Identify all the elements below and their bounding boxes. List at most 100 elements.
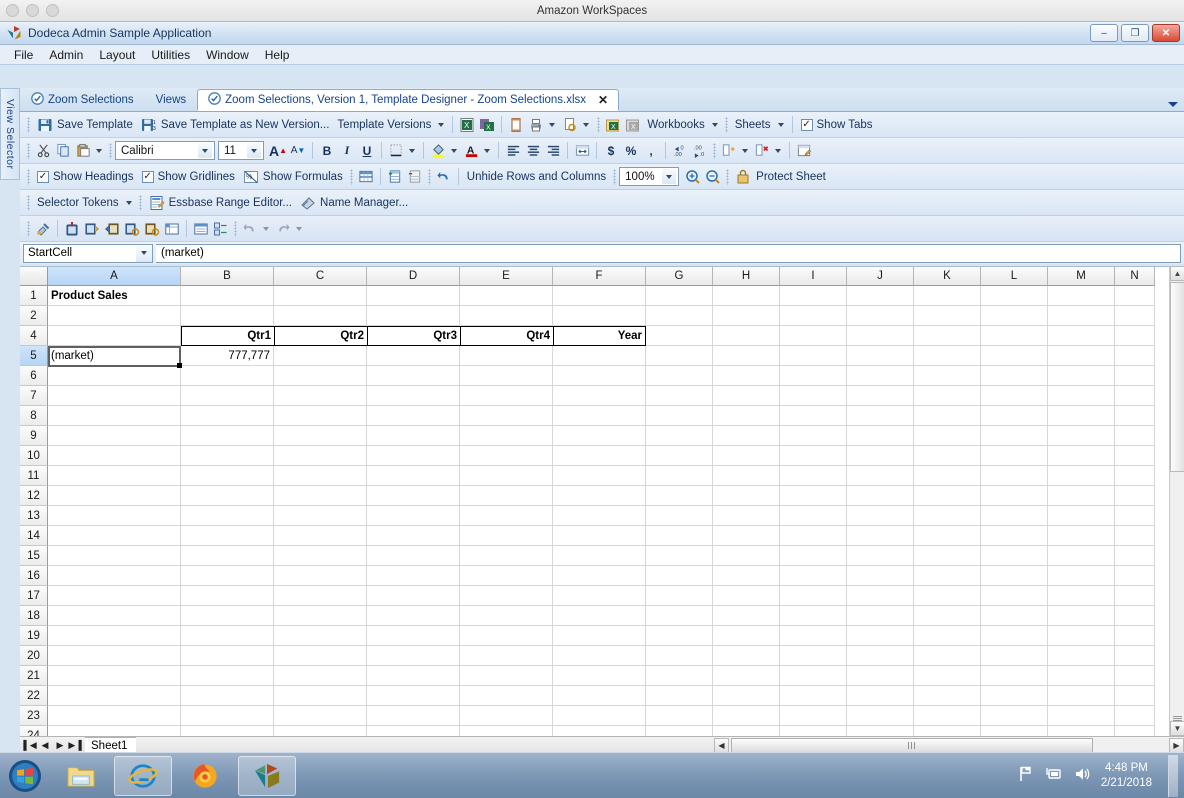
row-header-13[interactable]: 13: [20, 506, 48, 526]
cell-D2[interactable]: [367, 306, 460, 326]
cell-M1[interactable]: [1048, 286, 1115, 306]
cell-G23[interactable]: [646, 706, 713, 726]
cell-E14[interactable]: [460, 526, 553, 546]
cell-B1[interactable]: [181, 286, 274, 306]
table-row[interactable]: [48, 646, 1184, 666]
cell-J16[interactable]: [847, 566, 914, 586]
chevron-down-icon[interactable]: [662, 169, 677, 184]
checkbox-icon[interactable]: ✓: [37, 170, 49, 183]
cell-I16[interactable]: [780, 566, 847, 586]
cell-C2[interactable]: [274, 306, 367, 326]
cell-C4[interactable]: Qtr2: [274, 326, 367, 346]
table-row[interactable]: [48, 426, 1184, 446]
cell-N6[interactable]: [1115, 366, 1155, 386]
cell-D6[interactable]: [367, 366, 460, 386]
cell-I18[interactable]: [780, 606, 847, 626]
cell-F19[interactable]: [553, 626, 646, 646]
cell-M10[interactable]: [1048, 446, 1115, 466]
template-versions-button[interactable]: Template Versions: [333, 114, 448, 135]
row-header-1[interactable]: 1: [20, 286, 48, 306]
cell-E21[interactable]: [460, 666, 553, 686]
cell-M2[interactable]: [1048, 306, 1115, 326]
excel-open-icon[interactable]: X: [457, 115, 477, 135]
cell-L18[interactable]: [981, 606, 1048, 626]
table-row[interactable]: [48, 506, 1184, 526]
cell-F22[interactable]: [553, 686, 646, 706]
chevron-down-icon[interactable]: [742, 148, 748, 153]
horizontal-scroll-thumb[interactable]: [731, 737, 1093, 753]
cell-H2[interactable]: [713, 306, 780, 326]
cell-F17[interactable]: [553, 586, 646, 606]
cell-A4[interactable]: [48, 326, 181, 346]
cell-K7[interactable]: [914, 386, 981, 406]
cell-C22[interactable]: [274, 686, 367, 706]
cell-K17[interactable]: [914, 586, 981, 606]
show-desktop-button[interactable]: [1168, 754, 1178, 797]
cell-I6[interactable]: [780, 366, 847, 386]
cell-A10[interactable]: [48, 446, 181, 466]
cell-C17[interactable]: [274, 586, 367, 606]
chevron-down-icon[interactable]: [484, 148, 490, 153]
scissors-icon[interactable]: [33, 141, 53, 161]
column-header-b[interactable]: B: [181, 267, 274, 286]
cell-J23[interactable]: [847, 706, 914, 726]
cell-D11[interactable]: [367, 466, 460, 486]
cell-J14[interactable]: [847, 526, 914, 546]
taskbar-internet-explorer-icon[interactable]: [114, 755, 172, 796]
cell-F1[interactable]: [553, 286, 646, 306]
column-header-m[interactable]: M: [1048, 267, 1115, 286]
cell-M15[interactable]: [1048, 546, 1115, 566]
redo-essbase-icon[interactable]: [273, 219, 293, 239]
cell-F7[interactable]: [553, 386, 646, 406]
cell-E9[interactable]: [460, 426, 553, 446]
row-header-2[interactable]: 2: [20, 306, 48, 326]
chevron-down-icon[interactable]: [198, 143, 212, 158]
cell-B16[interactable]: [181, 566, 274, 586]
cell-L22[interactable]: [981, 686, 1048, 706]
column-header-d[interactable]: D: [367, 267, 460, 286]
menu-item-window[interactable]: Window: [198, 46, 257, 64]
cell-I2[interactable]: [780, 306, 847, 326]
cell-C12[interactable]: [274, 486, 367, 506]
cell-J6[interactable]: [847, 366, 914, 386]
cell-B9[interactable]: [181, 426, 274, 446]
cell-N17[interactable]: [1115, 586, 1155, 606]
cell-B18[interactable]: [181, 606, 274, 626]
undo-essbase-icon[interactable]: [240, 219, 260, 239]
row-header-24[interactable]: 24: [20, 726, 48, 736]
chevron-down-icon[interactable]: [1168, 102, 1178, 107]
cell-J2[interactable]: [847, 306, 914, 326]
increase-decimal-icon[interactable]: .00 0: [670, 141, 690, 161]
cell-J18[interactable]: [847, 606, 914, 626]
show-gridlines-checkbox[interactable]: ✓ Show Gridlines: [138, 166, 239, 187]
align-right-icon[interactable]: [543, 141, 563, 161]
cell-A9[interactable]: [48, 426, 181, 446]
cell-G5[interactable]: [646, 346, 713, 366]
cell-G18[interactable]: [646, 606, 713, 626]
cell-E8[interactable]: [460, 406, 553, 426]
zoom-in-icon[interactable]: [683, 167, 703, 187]
connect-icon[interactable]: [33, 219, 53, 239]
cell-L5[interactable]: [981, 346, 1048, 366]
cell-D21[interactable]: [367, 666, 460, 686]
cell-N23[interactable]: [1115, 706, 1155, 726]
row-header-10[interactable]: 10: [20, 446, 48, 466]
toolbar-grip[interactable]: [234, 220, 237, 237]
cell-M24[interactable]: [1048, 726, 1115, 736]
cell-E5[interactable]: [460, 346, 553, 366]
cell-N15[interactable]: [1115, 546, 1155, 566]
cell-I22[interactable]: [780, 686, 847, 706]
cell-L15[interactable]: [981, 546, 1048, 566]
shrink-font-button[interactable]: A ▼: [288, 141, 308, 161]
cell-N13[interactable]: [1115, 506, 1155, 526]
cell-K16[interactable]: [914, 566, 981, 586]
cell-K6[interactable]: [914, 366, 981, 386]
table-row[interactable]: [48, 406, 1184, 426]
cell-K13[interactable]: [914, 506, 981, 526]
grid-body[interactable]: 1 2 4 5 6 7 8 9 10 11 12 13 14 15 16 17 18 19 20 21 22 23 24 P…: [20, 286, 1184, 736]
cell-D19[interactable]: [367, 626, 460, 646]
cell-M23[interactable]: [1048, 706, 1115, 726]
align-center-icon[interactable]: [523, 141, 543, 161]
cell-L4[interactable]: [981, 326, 1048, 346]
cell-G24[interactable]: [646, 726, 713, 736]
